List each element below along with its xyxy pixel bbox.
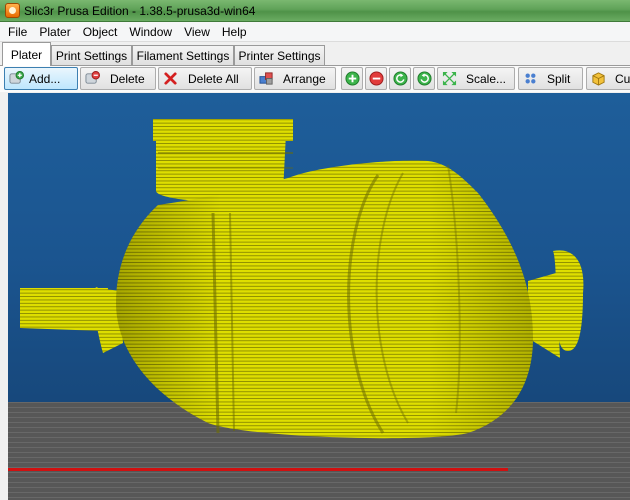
- delete-all-icon: [164, 72, 177, 85]
- decrease-instances-button[interactable]: [365, 67, 387, 90]
- split-button[interactable]: Split: [518, 67, 583, 90]
- increase-instances-button[interactable]: [341, 67, 363, 90]
- menu-bar: File Plater Object Window View Help: [0, 22, 630, 42]
- cut-button[interactable]: Cut: [586, 67, 630, 90]
- menu-file[interactable]: File: [2, 23, 33, 41]
- decrease-instances-icon: [369, 71, 384, 86]
- add-icon: [9, 71, 24, 84]
- rotate-ccw-button[interactable]: [389, 67, 411, 90]
- cut-label: Cut: [615, 72, 630, 86]
- tab-filament-settings[interactable]: Filament Settings: [132, 45, 234, 66]
- cut-icon: [592, 72, 605, 86]
- rotate-cw-button[interactable]: [413, 67, 435, 90]
- 3d-scene: [8, 119, 630, 500]
- menu-view[interactable]: View: [178, 23, 216, 41]
- delete-all-button[interactable]: Delete All: [158, 67, 252, 90]
- tab-printer-settings[interactable]: Printer Settings: [234, 45, 325, 66]
- title-bar: Slic3r Prusa Edition - 1.38.5-prusa3d-wi…: [0, 0, 630, 22]
- menu-plater[interactable]: Plater: [33, 23, 76, 41]
- split-label: Split: [547, 72, 571, 86]
- 3d-model: [20, 119, 584, 439]
- arrange-label: Arrange: [283, 72, 326, 86]
- menu-help[interactable]: Help: [216, 23, 253, 41]
- app-icon: [5, 3, 20, 18]
- arrange-icon: [259, 72, 273, 85]
- tab-plater[interactable]: Plater: [2, 42, 51, 66]
- window-title: Slic3r Prusa Edition - 1.38.5-prusa3d-wi…: [24, 4, 256, 18]
- split-icon: [525, 73, 536, 84]
- arrange-button[interactable]: Arrange: [254, 67, 336, 90]
- add-button[interactable]: Add...: [4, 67, 78, 90]
- scale-icon: [442, 71, 457, 86]
- menu-window[interactable]: Window: [123, 23, 178, 41]
- delete-icon: [85, 71, 100, 84]
- add-label: Add...: [29, 72, 61, 86]
- rotate-cw-icon: [417, 71, 432, 86]
- tab-strip: Plater Print Settings Filament Settings …: [0, 42, 630, 66]
- 3d-viewport[interactable]: [8, 93, 630, 500]
- increase-instances-icon: [345, 71, 360, 86]
- delete-label: Delete: [110, 72, 145, 86]
- toolbar: Add... Delete Delete All Arrange Scale..…: [0, 66, 630, 92]
- scale-label: Scale...: [466, 72, 507, 86]
- scale-button[interactable]: Scale...: [437, 67, 515, 90]
- delete-button[interactable]: Delete: [80, 67, 156, 90]
- menu-object[interactable]: Object: [77, 23, 124, 41]
- x-axis-line: [8, 468, 508, 471]
- tab-print-settings[interactable]: Print Settings: [51, 45, 132, 66]
- rotate-ccw-icon: [393, 71, 408, 86]
- delete-all-label: Delete All: [188, 72, 239, 86]
